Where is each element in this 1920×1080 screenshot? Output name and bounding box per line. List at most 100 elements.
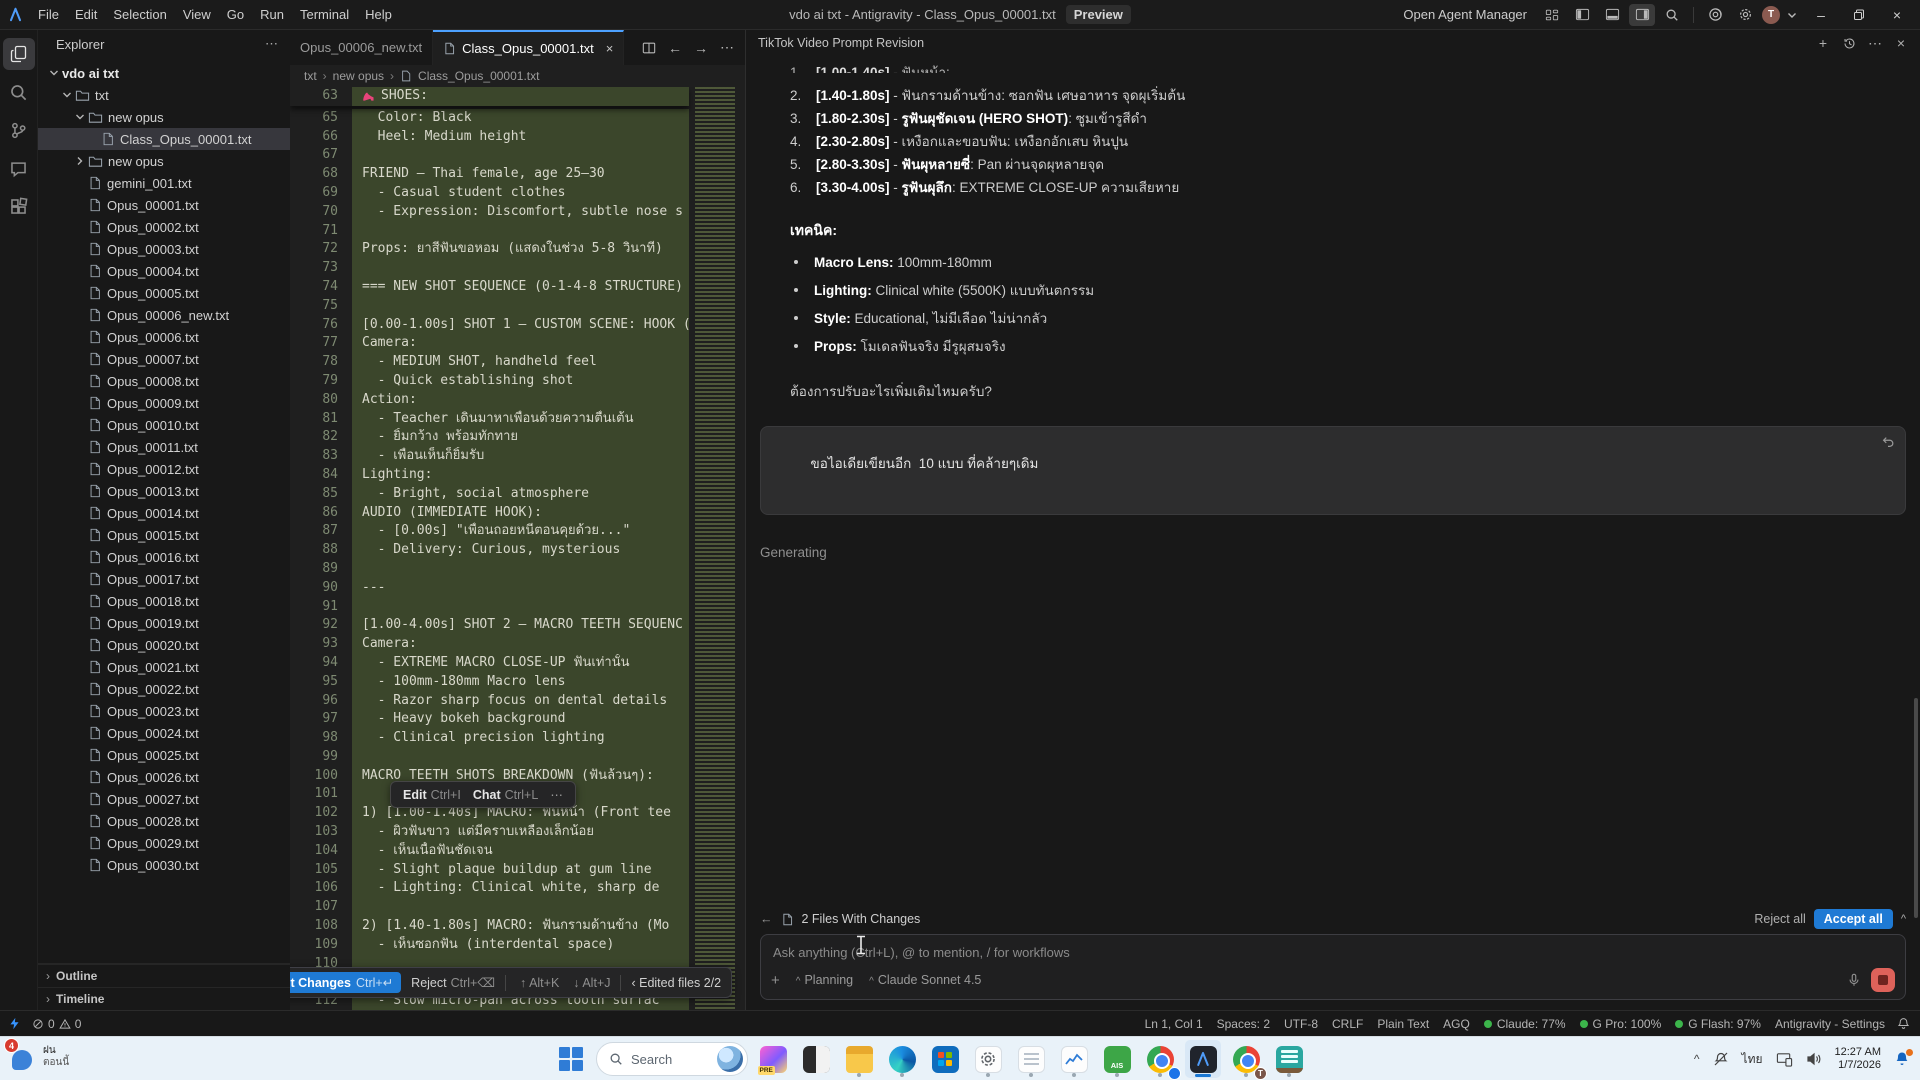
tree-item[interactable]: Opus_00002.txt bbox=[38, 216, 290, 238]
customize-layout-icon[interactable] bbox=[1539, 4, 1565, 26]
mode-selector[interactable]: ^Planning bbox=[796, 973, 853, 987]
code-line[interactable]: 98 - Clinical precision lighting bbox=[290, 729, 689, 748]
tab-class-opus-00001[interactable]: Class_Opus_00001.txt × bbox=[433, 30, 624, 65]
tree-item[interactable]: Opus_00009.txt bbox=[38, 392, 290, 414]
code-line[interactable]: 85 - Bright, social atmosphere bbox=[290, 485, 689, 504]
prev-change-button[interactable]: ↑ Alt+K bbox=[520, 976, 559, 990]
menu-item[interactable]: Help bbox=[357, 4, 400, 25]
tree-item[interactable]: Opus_00003.txt bbox=[38, 238, 290, 260]
code-line[interactable]: 97 - Heavy bokeh background bbox=[290, 710, 689, 729]
browser-icon[interactable] bbox=[1702, 4, 1728, 26]
restore-button[interactable] bbox=[1842, 2, 1876, 28]
tree-item[interactable]: Opus_00010.txt bbox=[38, 414, 290, 436]
tree-item[interactable]: Opus_00006.txt bbox=[38, 326, 290, 348]
code-line[interactable]: 109 - เห็นซอกฟัน (interdental space) bbox=[290, 936, 689, 955]
code-line[interactable]: 68FRIEND — Thai female, age 25–30 bbox=[290, 165, 689, 184]
tree-item[interactable]: Opus_00028.txt bbox=[38, 810, 290, 832]
tree-item[interactable]: Opus_00013.txt bbox=[38, 480, 290, 502]
reject-all-button[interactable]: Reject all bbox=[1754, 912, 1805, 926]
tree-item[interactable]: Opus_00005.txt bbox=[38, 282, 290, 304]
navigate-forward-icon[interactable]: → bbox=[689, 36, 713, 60]
tab-opus-00006-new[interactable]: Opus_00006_new.txt bbox=[290, 30, 433, 65]
code-line[interactable]: 71 bbox=[290, 222, 689, 241]
code-line[interactable]: 73 bbox=[290, 259, 689, 278]
weather-widget[interactable]: 4 ฝน ตอนนี้ bbox=[10, 1042, 69, 1072]
accept-changes-button[interactable]: Accept ChangesCtrl+↵ bbox=[290, 972, 401, 993]
notes-app-icon[interactable] bbox=[1013, 1040, 1049, 1078]
menu-item[interactable]: Edit bbox=[67, 4, 105, 25]
edge-browser-icon[interactable] bbox=[884, 1040, 920, 1078]
code-line[interactable]: 70 - Expression: Discomfort, subtle nose… bbox=[290, 203, 689, 222]
volume-icon[interactable] bbox=[1806, 1052, 1822, 1066]
tree-item[interactable]: Opus_00027.txt bbox=[38, 788, 290, 810]
code-line[interactable]: 67 bbox=[290, 146, 689, 165]
menu-item[interactable]: Run bbox=[252, 4, 292, 25]
code-line[interactable]: 80Action: bbox=[290, 391, 689, 410]
settings-gear-icon[interactable] bbox=[1732, 4, 1758, 26]
chrome-profile1-icon[interactable] bbox=[1142, 1040, 1178, 1078]
tree-item[interactable]: Opus_00016.txt bbox=[38, 546, 290, 568]
source-control-activity-icon[interactable] bbox=[3, 114, 35, 146]
close-tab-icon[interactable]: × bbox=[606, 41, 614, 56]
tree-item[interactable]: Opus_00018.txt bbox=[38, 590, 290, 612]
code-line[interactable]: 103 - ผิวฟันขาว แต่มีคราบเหลืองเล็กน้อย bbox=[290, 823, 689, 842]
code-line[interactable]: 79 - Quick establishing shot bbox=[290, 372, 689, 391]
tree-item[interactable]: Class_Opus_00001.txt bbox=[38, 128, 290, 150]
undo-icon[interactable] bbox=[1881, 435, 1895, 449]
tree-item[interactable]: Opus_00026.txt bbox=[38, 766, 290, 788]
keyboard-language-indicator[interactable]: ไทย bbox=[1742, 1050, 1763, 1069]
more-actions-icon[interactable]: ⋯ bbox=[550, 787, 563, 802]
chat-input[interactable]: Ask anything (Ctrl+L), @ to mention, / f… bbox=[760, 934, 1906, 1000]
status-item[interactable]: G Pro: 100% bbox=[1580, 1017, 1662, 1031]
antigravity-app-icon[interactable] bbox=[1185, 1040, 1221, 1078]
code-line[interactable]: 99 bbox=[290, 748, 689, 767]
menu-item[interactable]: View bbox=[175, 4, 219, 25]
chat-messages[interactable]: 1.[1.00-1.40s] - ฟันหน้า: ... 2.[1.40-1.… bbox=[746, 56, 1920, 832]
tree-item[interactable]: gemini_001.txt bbox=[38, 172, 290, 194]
problems-indicator[interactable]: 0 0 bbox=[32, 1017, 81, 1031]
model-selector[interactable]: ^Claude Sonnet 4.5 bbox=[869, 973, 981, 987]
code-line[interactable]: 1082) [1.40-1.80s] MACRO: ฟันกรามด้านข้า… bbox=[290, 917, 689, 936]
account-avatar[interactable]: T bbox=[1762, 6, 1780, 24]
code-line[interactable]: 86AUDIO (IMMEDIATE HOOK): bbox=[290, 504, 689, 523]
navigate-back-icon[interactable]: ← bbox=[663, 36, 687, 60]
status-item[interactable]: Claude: 77% bbox=[1484, 1017, 1566, 1031]
notification-bell-icon[interactable] bbox=[1894, 1051, 1910, 1067]
code-line[interactable]: 94 - EXTREME MACRO CLOSE-UP ฟันเท่านั้น bbox=[290, 654, 689, 673]
tree-item[interactable]: Opus_00001.txt bbox=[38, 194, 290, 216]
document-app-icon[interactable] bbox=[1271, 1040, 1307, 1078]
reject-button[interactable]: RejectCtrl+⌫ bbox=[411, 975, 495, 990]
tree-item[interactable]: Opus_00017.txt bbox=[38, 568, 290, 590]
code-line[interactable]: 78 - MEDIUM SHOT, handheld feel bbox=[290, 353, 689, 372]
tree-item[interactable]: Opus_00006_new.txt bbox=[38, 304, 290, 326]
code-line[interactable]: 82 - ยิ้มกว้าง พร้อมทักทาย bbox=[290, 428, 689, 447]
ais-app-icon[interactable]: AIS bbox=[1099, 1040, 1135, 1078]
hidden-icons-chevron[interactable]: ^ bbox=[1694, 1052, 1700, 1066]
code-line[interactable]: 107 bbox=[290, 898, 689, 917]
status-item[interactable]: Spaces: 2 bbox=[1217, 1017, 1270, 1031]
account-chevron-down-icon[interactable] bbox=[1784, 4, 1800, 26]
status-item[interactable]: UTF-8 bbox=[1284, 1017, 1318, 1031]
code-line[interactable]: 69 - Casual student clothes bbox=[290, 184, 689, 203]
history-icon[interactable] bbox=[1838, 32, 1860, 54]
collapse-left-icon[interactable]: ← bbox=[760, 912, 773, 926]
tree-item[interactable]: Opus_00007.txt bbox=[38, 348, 290, 370]
tree-item[interactable]: new opus bbox=[38, 106, 290, 128]
status-item[interactable]: Ln 1, Col 1 bbox=[1145, 1017, 1203, 1031]
sticky-scroll-line[interactable]: 63 SHOES: bbox=[290, 87, 689, 106]
status-item[interactable]: Antigravity - Settings bbox=[1775, 1017, 1885, 1031]
tree-item[interactable]: new opus bbox=[38, 150, 290, 172]
code-line[interactable]: 104 - เห็นเนื้อฟันชัดเจน bbox=[290, 842, 689, 861]
code-line[interactable]: 76[0.00-1.00s] SHOT 1 — CUSTOM SCENE: HO… bbox=[290, 316, 689, 335]
premiere-app-icon[interactable]: PRE bbox=[755, 1040, 791, 1078]
stop-generation-button[interactable] bbox=[1871, 968, 1895, 992]
clock[interactable]: 12:27 AM 1/7/2026 bbox=[1835, 1046, 1881, 1072]
code-line[interactable]: 91 bbox=[290, 598, 689, 617]
code-line[interactable]: 88 - Delivery: Curious, mysterious bbox=[290, 541, 689, 560]
menu-item[interactable]: File bbox=[30, 4, 67, 25]
tree-item[interactable]: Opus_00025.txt bbox=[38, 744, 290, 766]
search-activity-icon[interactable] bbox=[3, 76, 35, 108]
menu-item[interactable]: Selection bbox=[105, 4, 174, 25]
settings-app-icon[interactable] bbox=[970, 1040, 1006, 1078]
more-actions-icon[interactable]: ⋯ bbox=[715, 36, 739, 60]
